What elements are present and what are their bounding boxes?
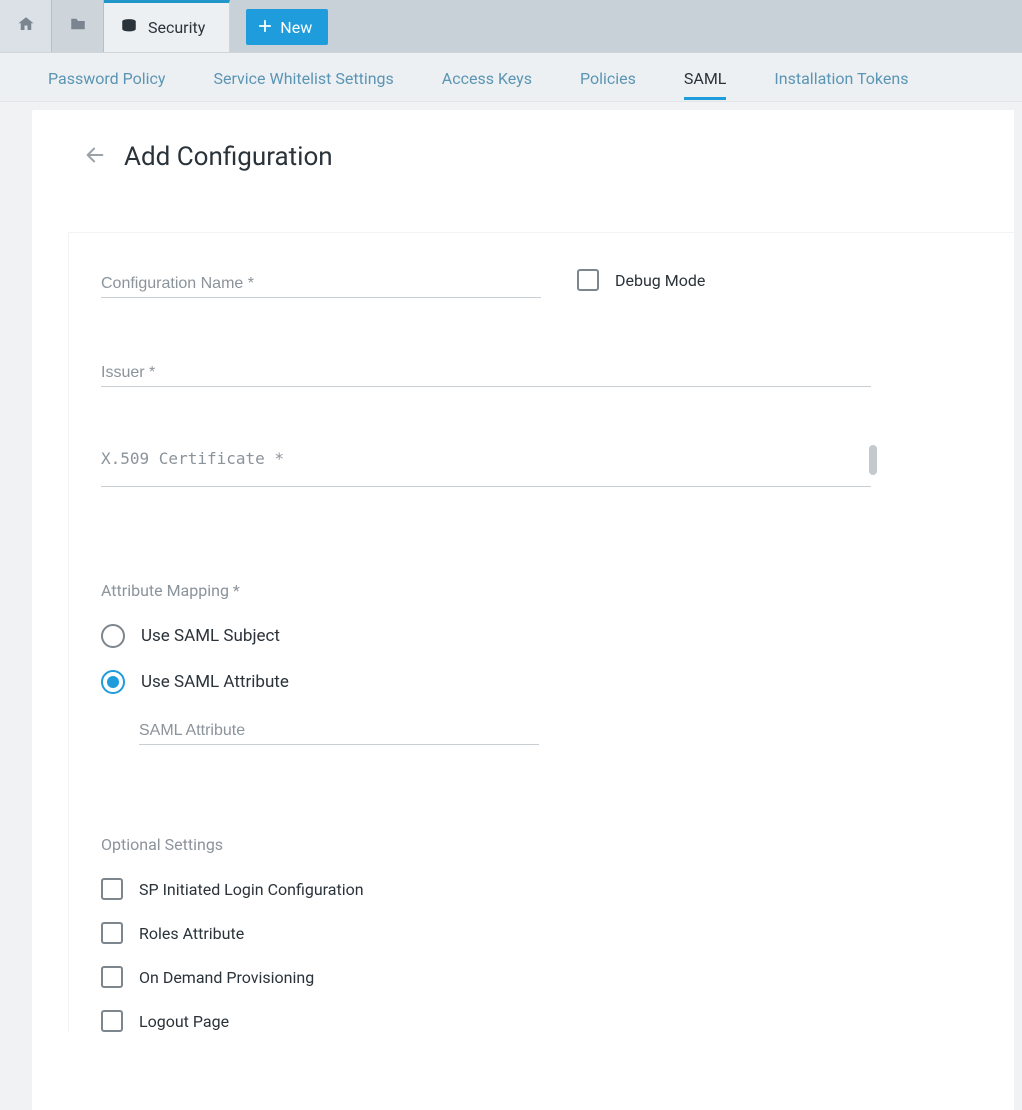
form-area: Debug Mode Attribute Mapping * Use SAML … xyxy=(68,232,1014,1032)
checkbox-icon xyxy=(101,1010,123,1032)
saml-attribute-input[interactable] xyxy=(139,716,539,745)
app-tab-label: Security xyxy=(148,18,205,37)
radio-use-saml-subject[interactable]: Use SAML Subject xyxy=(101,624,1014,648)
checkbox-label: On Demand Provisioning xyxy=(139,968,314,987)
checkbox-icon xyxy=(101,878,123,900)
radio-label: Use SAML Subject xyxy=(141,626,280,646)
checkbox-icon xyxy=(101,922,123,944)
radio-icon xyxy=(101,670,125,694)
card-header: Add Configuration xyxy=(32,142,1014,172)
database-icon xyxy=(120,18,138,38)
certificate-textarea[interactable] xyxy=(101,443,871,487)
checkbox-sp-initiated[interactable]: SP Initiated Login Configuration xyxy=(101,878,1014,900)
radio-use-saml-attribute[interactable]: Use SAML Attribute xyxy=(101,670,1014,694)
tab-saml[interactable]: SAML xyxy=(684,55,727,100)
tab-access-keys[interactable]: Access Keys xyxy=(442,55,532,100)
textarea-scrollbar-thumb[interactable] xyxy=(869,445,877,475)
issuer-input[interactable] xyxy=(101,358,871,387)
tab-password-policy[interactable]: Password Policy xyxy=(48,55,165,100)
radio-icon xyxy=(101,624,125,648)
checkbox-label: Roles Attribute xyxy=(139,924,244,943)
checkbox-icon xyxy=(101,966,123,988)
optional-settings-list: SP Initiated Login Configuration Roles A… xyxy=(101,878,1014,1032)
optional-settings-label: Optional Settings xyxy=(101,835,1014,854)
app-tab-security[interactable]: Security xyxy=(104,0,230,52)
new-button[interactable]: New xyxy=(246,9,328,45)
attribute-mapping-label: Attribute Mapping * xyxy=(101,581,1014,600)
tab-policies[interactable]: Policies xyxy=(580,55,636,100)
home-icon xyxy=(17,15,35,37)
plus-icon xyxy=(258,18,272,37)
checkbox-on-demand-provisioning[interactable]: On Demand Provisioning xyxy=(101,966,1014,988)
top-tab-strip: Security New xyxy=(0,0,1022,53)
page-title: Add Configuration xyxy=(124,142,333,172)
folder-button[interactable] xyxy=(52,0,104,52)
folder-icon xyxy=(69,15,87,37)
debug-mode-checkbox[interactable]: Debug Mode xyxy=(577,269,705,291)
sub-nav: Password Policy Service Whitelist Settin… xyxy=(0,53,1022,102)
radio-label: Use SAML Attribute xyxy=(141,672,289,692)
home-button[interactable] xyxy=(0,0,52,52)
checkbox-label: SP Initiated Login Configuration xyxy=(139,880,364,899)
debug-mode-label: Debug Mode xyxy=(615,271,705,290)
tab-service-whitelist[interactable]: Service Whitelist Settings xyxy=(213,55,393,100)
main-card: Add Configuration Debug Mode Attribute M… xyxy=(32,110,1014,1110)
configuration-name-input[interactable] xyxy=(101,269,541,298)
new-button-label: New xyxy=(280,18,312,37)
checkbox-logout-page[interactable]: Logout Page xyxy=(101,1010,1014,1032)
checkbox-icon xyxy=(577,269,599,291)
tab-installation-tokens[interactable]: Installation Tokens xyxy=(774,55,908,100)
checkbox-roles-attribute[interactable]: Roles Attribute xyxy=(101,922,1014,944)
back-icon[interactable] xyxy=(84,144,106,170)
top-strip-right: New xyxy=(230,0,1022,52)
checkbox-label: Logout Page xyxy=(139,1012,229,1031)
